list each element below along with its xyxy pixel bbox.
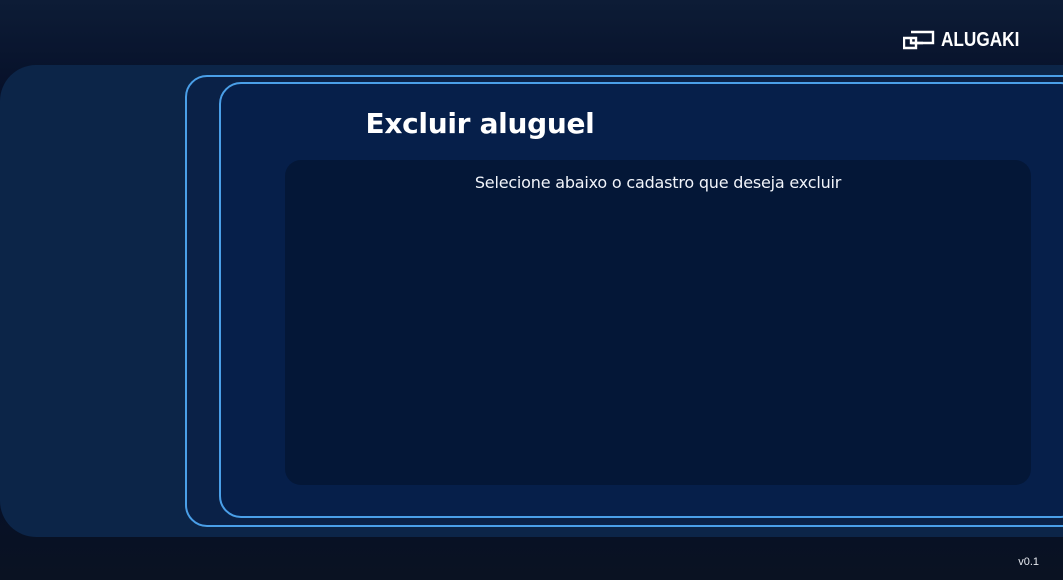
version-label: v0.1 — [1018, 556, 1039, 568]
brand[interactable]: ALUGAKI — [902, 28, 1032, 52]
instruction-text: Selecione abaixo o cadastro que deseja e… — [474, 173, 842, 192]
brand-name: ALUGAKI — [940, 29, 1020, 51]
record-list-container: Selecione abaixo o cadastro que deseja e… — [285, 160, 1031, 485]
alugaki-logo-icon — [902, 30, 935, 50]
page-title: Excluir aluguel — [365, 107, 595, 140]
